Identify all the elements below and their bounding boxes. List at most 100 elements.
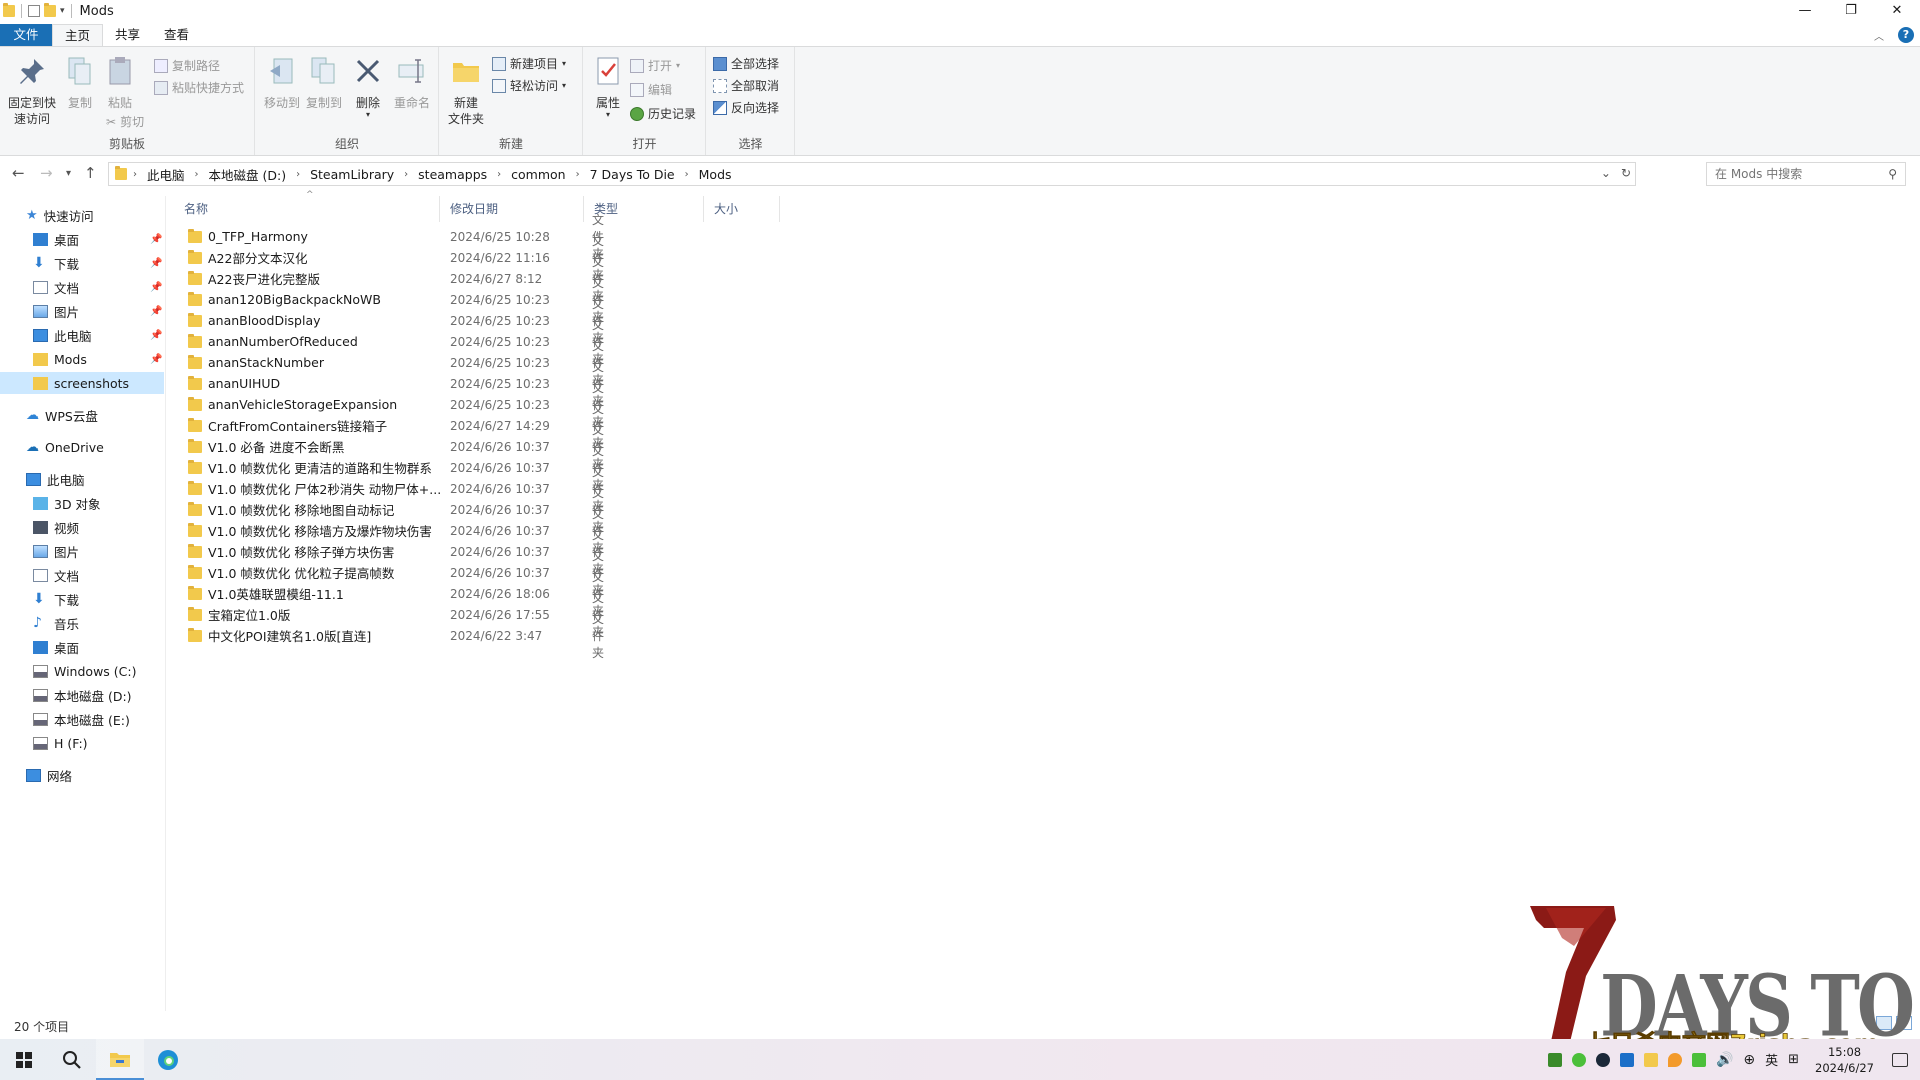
tab-file[interactable]: 文件	[0, 24, 52, 46]
network-globe-icon[interactable]: ⊕	[1743, 1052, 1755, 1068]
nav-music[interactable]: ♪ 音乐	[33, 612, 79, 634]
notification-icon[interactable]	[1892, 1052, 1908, 1067]
move-to-button[interactable]: 移动到	[262, 55, 302, 111]
nav-drive-e[interactable]: 本地磁盘 (E:)	[33, 708, 130, 730]
new-folder-button[interactable]: 新建 文件夹	[444, 55, 488, 127]
breadcrumb-steamapps[interactable]: steamapps	[414, 167, 491, 182]
file-row[interactable]: anan120BigBackpackNoWB 2024/6/25 10:23 文件夹	[184, 276, 604, 324]
search-icon[interactable]: ⚲	[1888, 167, 1897, 181]
file-row[interactable]: V1.0 帧数优化 优化粒子提高帧数 2024/6/26 10:37 文件夹	[184, 549, 604, 597]
file-row[interactable]: ananNumberOfReduced 2024/6/25 10:23 文件夹	[184, 318, 604, 366]
nav-downloads[interactable]: ⬇ 下载	[33, 588, 79, 610]
nav-pictures-quick[interactable]: 图片	[33, 300, 79, 322]
file-row[interactable]: V1.0 帧数优化 移除墙方及爆炸物块伤害 2024/6/26 10:37 文件夹	[184, 507, 604, 555]
nvidia-tray-icon[interactable]	[1547, 1052, 1562, 1067]
back-arrow-icon[interactable]: ←	[12, 164, 25, 182]
file-row[interactable]: V1.0 帧数优化 移除地图自动标记 2024/6/26 10:37 文件夹	[184, 486, 604, 534]
nav-videos[interactable]: 视频	[33, 516, 79, 538]
file-row[interactable]: ananBloodDisplay 2024/6/25 10:23 文件夹	[184, 297, 604, 345]
tab-share[interactable]: 共享	[103, 24, 152, 46]
file-row[interactable]: ananStackNumber 2024/6/25 10:23 文件夹	[184, 339, 604, 387]
nav-3d-objects[interactable]: 3D 对象	[33, 492, 101, 514]
recent-locations-chevron-icon[interactable]: ▾	[66, 168, 71, 179]
flame-tray-icon[interactable]	[1667, 1052, 1682, 1067]
file-row[interactable]: V1.0 必备 进度不会断黑 2024/6/26 10:37 文件夹	[184, 423, 604, 471]
nav-onedrive[interactable]: ☁ OneDrive	[26, 436, 104, 458]
edge-taskbar-button[interactable]	[144, 1039, 192, 1080]
address-bar[interactable]: › 此电脑 › 本地磁盘 (D:) › SteamLibrary › steam…	[108, 162, 1636, 186]
refresh-icon[interactable]: ↻	[1621, 166, 1631, 180]
file-row[interactable]: 宝箱定位1.0版 2024/6/26 17:55 文件夹	[184, 591, 604, 639]
file-row[interactable]: A22丧尸进化完整版 2024/6/27 8:12 文件夹	[184, 255, 604, 303]
cut-button[interactable]: ✂ 剪切	[106, 113, 144, 130]
forward-arrow-icon[interactable]: →	[40, 164, 53, 182]
properties-button[interactable]: 属性 ▾	[590, 55, 626, 119]
ime-grid-icon[interactable]: ⊞	[1788, 1052, 1799, 1067]
address-history-chevron-icon[interactable]: ⌄	[1601, 166, 1611, 180]
nav-drive-f[interactable]: H (F:)	[33, 732, 88, 754]
file-row[interactable]: V1.0 帧数优化 尸体2秒消失 动物尸体+... 2024/6/26 10:37…	[184, 465, 604, 513]
minimize-button[interactable]: —	[1782, 0, 1828, 22]
search-box[interactable]: ⚲	[1706, 162, 1906, 186]
select-all-button[interactable]: 全部选择	[713, 55, 779, 72]
tab-view[interactable]: 查看	[152, 24, 201, 46]
select-none-button[interactable]: 全部取消	[713, 77, 779, 94]
nav-downloads-quick[interactable]: ⬇ 下载	[33, 252, 79, 274]
rename-button[interactable]: 重命名	[390, 55, 434, 111]
nav-quick-access[interactable]: ★ 快速访问	[26, 204, 94, 226]
nav-drive-d[interactable]: 本地磁盘 (D:)	[33, 684, 132, 706]
breadcrumb-common[interactable]: common	[507, 167, 569, 182]
delete-button[interactable]: 删除 ▾	[350, 55, 386, 119]
properties-quick-icon[interactable]	[28, 5, 40, 17]
check-tray-icon[interactable]	[1691, 1052, 1706, 1067]
paste-button[interactable]: 粘贴	[102, 55, 138, 111]
history-button[interactable]: 历史记录	[630, 105, 696, 122]
collapse-ribbon-icon[interactable]: ︿	[1874, 28, 1884, 43]
copy-button[interactable]: 复制	[62, 55, 98, 111]
breadcrumb-drive-d[interactable]: 本地磁盘 (D:)	[205, 165, 291, 184]
column-size[interactable]: 大小	[704, 196, 780, 222]
pin-quick-access-button[interactable]: 固定到快 速访问	[6, 55, 58, 127]
quick-access-dropdown-icon[interactable]: ▾	[60, 6, 65, 16]
nav-this-pc-quick[interactable]: 此电脑	[33, 324, 92, 346]
file-explorer-taskbar-button[interactable]	[96, 1039, 144, 1080]
volume-icon[interactable]: 🔊	[1716, 1052, 1733, 1068]
file-row[interactable]: A22部分文本汉化 2024/6/22 11:16 文件夹	[184, 234, 604, 282]
restore-button[interactable]: ❐	[1828, 0, 1874, 22]
up-arrow-icon[interactable]: ↑	[84, 164, 97, 182]
edit-button[interactable]: 编辑	[630, 81, 672, 98]
input-language[interactable]: 英	[1765, 1050, 1778, 1069]
nav-documents[interactable]: 文档	[33, 564, 79, 586]
nav-drive-c[interactable]: Windows (C:)	[33, 660, 136, 682]
file-row[interactable]: V1.0 帧数优化 更清洁的道路和生物群系 2024/6/26 10:37 文件夹	[184, 444, 604, 492]
invert-selection-button[interactable]: 反向选择	[713, 99, 779, 116]
clock[interactable]: 15:08 2024/6/27	[1815, 1044, 1874, 1076]
nav-mods-quick[interactable]: Mods	[33, 348, 87, 370]
breadcrumb-7-days-to-die[interactable]: 7 Days To Die	[586, 167, 679, 182]
steam-tray-icon[interactable]	[1595, 1052, 1610, 1067]
open-button[interactable]: 打开 ▾	[630, 57, 680, 74]
app-blue-tray-icon[interactable]	[1619, 1052, 1634, 1067]
breadcrumb-this-pc[interactable]: 此电脑	[143, 165, 189, 184]
start-button[interactable]	[0, 1039, 48, 1080]
nav-wps-cloud[interactable]: ☁ WPS云盘	[26, 404, 98, 426]
file-row[interactable]: CraftFromContainers链接箱子 2024/6/27 14:29 文件…	[184, 402, 604, 450]
file-row[interactable]: ananVehicleStorageExpansion 2024/6/25 10:…	[184, 381, 604, 429]
nav-pictures[interactable]: 图片	[33, 540, 79, 562]
column-date[interactable]: 修改日期	[440, 196, 584, 222]
copy-path-button[interactable]: 复制路径	[154, 57, 220, 74]
file-row[interactable]: 0_TFP_Harmony 2024/6/25 10:28 文件夹	[184, 213, 604, 261]
nav-screenshots-quick[interactable]: screenshots	[0, 372, 164, 394]
copy-to-button[interactable]: 复制到	[304, 55, 344, 111]
paste-shortcut-button[interactable]: 粘贴快捷方式	[154, 79, 244, 96]
new-folder-quick-icon[interactable]	[44, 3, 56, 17]
nav-documents-quick[interactable]: 文档	[33, 276, 79, 298]
close-button[interactable]: ✕	[1874, 0, 1920, 22]
file-row[interactable]: V1.0 帧数优化 移除子弹方块伤害 2024/6/26 10:37 文件夹	[184, 528, 604, 576]
file-row[interactable]: 中文化POI建筑名1.0版[直连] 2024/6/22 3:47 文件夹	[184, 612, 604, 660]
nav-network[interactable]: 网络	[26, 764, 72, 786]
breadcrumb-steamlibrary[interactable]: SteamLibrary	[306, 167, 398, 182]
tab-home[interactable]: 主页	[52, 24, 104, 46]
nav-desktop[interactable]: 桌面	[33, 636, 79, 658]
new-item-button[interactable]: 新建项目 ▾	[492, 55, 566, 72]
